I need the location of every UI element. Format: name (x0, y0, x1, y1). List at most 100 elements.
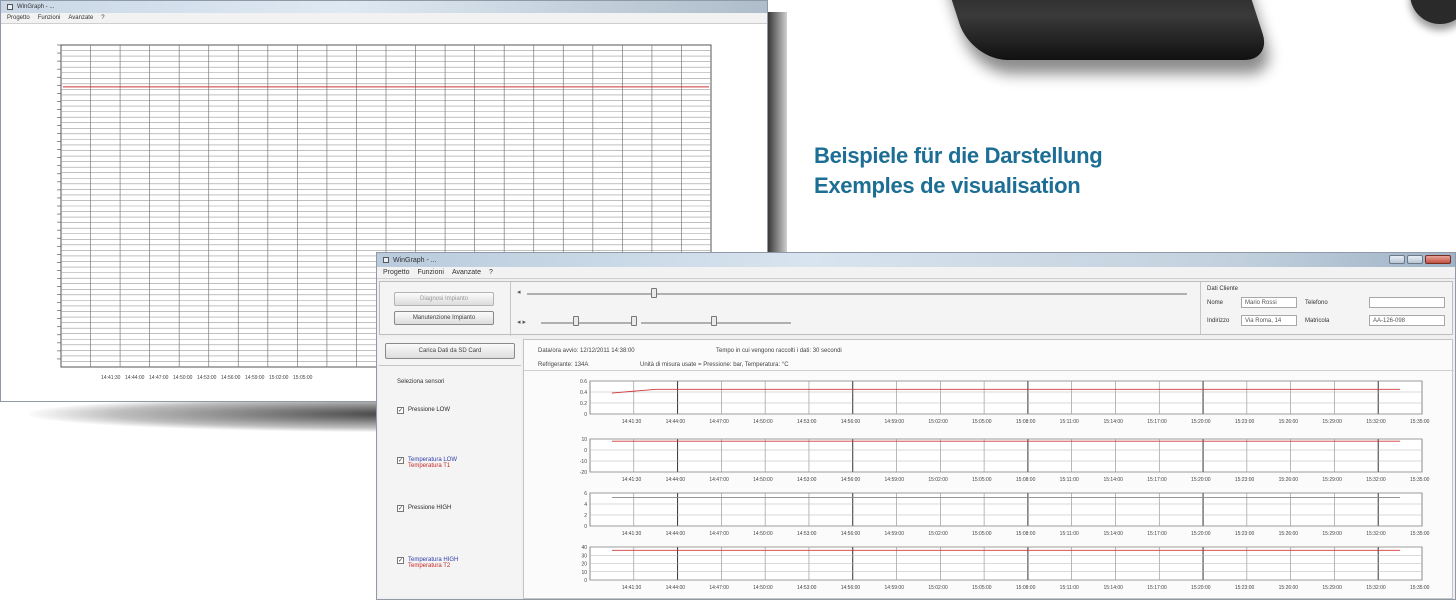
x-tick-label: 15:02:00 (928, 531, 948, 537)
x-tick-label: 14:56:00 (841, 419, 861, 425)
maximize-icon[interactable] (1407, 255, 1423, 264)
sensor-checkbox-1[interactable]: ✓ Pressione LOW (397, 407, 450, 414)
checkbox-icon[interactable]: ✓ (397, 457, 404, 464)
x-tick-label: 15:17:00 (1147, 585, 1167, 591)
x-tick-label: 14:59:00 (885, 419, 905, 425)
x-tick-label: 14:53:00 (797, 585, 817, 591)
checkbox-icon[interactable]: ✓ (397, 557, 404, 564)
chart-pressione-high: 6 4 2 0 14:41:30 14:44:00 14:47:00 14:50:00 14:5… (584, 491, 1429, 537)
x-tick-label: 14:41:30 (622, 477, 642, 483)
nome-label: Nome (1207, 300, 1224, 306)
nome-field[interactable]: Mario Rossi (1241, 297, 1297, 308)
x-tick-label: 15:08:00 (1016, 531, 1036, 537)
menu-help[interactable]: ? (101, 15, 104, 21)
timeline-slider-thumb[interactable] (651, 288, 657, 298)
zoom-slider-track[interactable] (541, 322, 631, 324)
menu-avanzate[interactable]: Avanzate (68, 15, 93, 21)
menu-help[interactable]: ? (489, 269, 493, 276)
indirizzo-field[interactable]: Via Roma, 14 (1241, 315, 1297, 326)
minimize-icon[interactable] (1389, 255, 1405, 264)
menubar: Progetto Funzioni Avanzate ? (377, 267, 1455, 279)
x-tick-label: 15:23:00 (1235, 419, 1255, 425)
y-tick-label: -10 (580, 459, 587, 465)
x-tick-label: 15:11:00 (1060, 419, 1079, 425)
x-tick-label: 15:17:00 (1147, 419, 1167, 425)
y-tick-label: 0.2 (580, 401, 587, 407)
x-tick-label: 15:20:00 (1191, 477, 1211, 483)
app-icon (7, 4, 13, 10)
y-tick-label: 0 (584, 578, 587, 584)
x-tick-label: 14:47:00 (709, 477, 729, 483)
range-slider-track[interactable] (641, 322, 711, 324)
scale-slider-thumb[interactable] (711, 316, 717, 326)
x-tick-label: 15:14:00 (1103, 585, 1123, 591)
range-slider-thumb[interactable] (631, 316, 637, 326)
y-tick-label: 0 (584, 524, 587, 530)
manutenzione-button[interactable]: Manutenzione Impianto (394, 311, 494, 325)
sensor-label-2b: Temperatura T1 (408, 463, 451, 469)
menu-funzioni[interactable]: Funzioni (38, 15, 61, 21)
client-section-title: Dati Cliente (1207, 286, 1239, 292)
x-tick-label: 14:41:30 (622, 419, 642, 425)
diagnosi-button[interactable]: Diagnosi Impianto (394, 292, 494, 306)
x-tick-label: 14:50:00 (753, 477, 773, 483)
x-tick-label: 14:44:00 (666, 531, 686, 537)
x-tick-label: 14:59:00 (885, 585, 905, 591)
x-tick-label: 15:23:00 (1235, 585, 1255, 591)
x-tick-label: 15:20:00 (1191, 419, 1211, 425)
y-tick-label: 0 (584, 448, 587, 454)
x-tick-label: 14:41:30 (622, 585, 642, 591)
sensor-checkbox-4[interactable]: ✓ Temperatura HIGH Temperatura T2 (397, 557, 458, 569)
x-tick-label: 14:44:00 (125, 375, 145, 381)
arrow-right-icon[interactable]: ◂ ▸ (517, 318, 526, 326)
x-tick-label: 15:29:00 (1322, 477, 1342, 483)
x-tick-label: 15:26:00 (1279, 477, 1299, 483)
y-tick-label: 6 (584, 491, 587, 497)
x-tick-label: 14:41:30 (101, 375, 121, 381)
x-tick-label: 15:11:00 (1060, 585, 1079, 591)
scale-slider-track[interactable] (711, 322, 791, 324)
x-tick-label: 14:47:00 (709, 419, 729, 425)
zoom-slider-thumb[interactable] (573, 316, 579, 326)
menu-progetto[interactable]: Progetto (7, 15, 30, 21)
telefono-label: Telefono (1305, 300, 1328, 306)
telefono-field[interactable] (1369, 297, 1445, 308)
plot-frame (589, 380, 1423, 415)
x-tick-label: 14:50:00 (753, 419, 773, 425)
x-tick-label: 15:26:00 (1279, 531, 1299, 537)
x-tick-label: 14:59:00 (885, 477, 905, 483)
x-tick-label: 15:02:00 (928, 477, 948, 483)
sensor-checkbox-2[interactable]: ✓ Temperatura LOW Temperatura T1 (397, 457, 457, 469)
x-tick-label: 14:50:00 (753, 531, 773, 537)
menu-progetto[interactable]: Progetto (383, 269, 409, 276)
menu-funzioni[interactable]: Funzioni (417, 269, 443, 276)
titlebar: WinGraph - ... (377, 253, 1455, 267)
timeline-slider-track[interactable] (527, 293, 1187, 295)
plot-frame (589, 492, 1423, 527)
start-datetime: Data/ora avvio: 12/12/2011 14:38:00 (538, 348, 635, 354)
matricola-label: Matricola (1305, 318, 1330, 324)
checkbox-icon[interactable]: ✓ (397, 407, 404, 414)
y-tick-label: 30 (581, 553, 587, 559)
x-tick-label: 15:11:00 (1060, 531, 1079, 537)
chart-temperatura-low: 10 0 -10 -20 14:41:30 14:44:00 14:47:00 14:50:0… (580, 437, 1430, 483)
carica-button[interactable]: Carica Dati da SD Card (385, 343, 515, 359)
app-icon (383, 257, 389, 263)
x-tick-label: 15:05:00 (972, 531, 992, 537)
x-tick-label: 15:02:00 (928, 419, 948, 425)
matricola-field[interactable]: AA-126-098 (1369, 315, 1445, 326)
sensor-checkbox-3[interactable]: ✓ Pressione HIGH (397, 505, 451, 512)
sensor-label-1: Pressione LOW (408, 407, 451, 413)
x-tick-label: 15:32:00 (1366, 419, 1386, 425)
menu-avanzate[interactable]: Avanzate (452, 269, 481, 276)
window-title: WinGraph - ... (17, 4, 55, 10)
checkbox-icon[interactable]: ✓ (397, 505, 404, 512)
x-tick-label: 15:20:00 (1191, 585, 1211, 591)
chart-panel: Data/ora avvio: 12/12/2011 14:38:00 Temp… (523, 339, 1454, 599)
caption: Beispiele für die Darstellung Exemples d… (814, 141, 1374, 201)
x-tick-label: 14:56:00 (841, 477, 861, 483)
arrow-left-icon[interactable]: ◂ (517, 288, 521, 296)
indirizzo-label: Indirizzo (1207, 318, 1230, 324)
x-tick-label: 15:29:00 (1322, 419, 1342, 425)
close-icon[interactable] (1425, 255, 1451, 264)
